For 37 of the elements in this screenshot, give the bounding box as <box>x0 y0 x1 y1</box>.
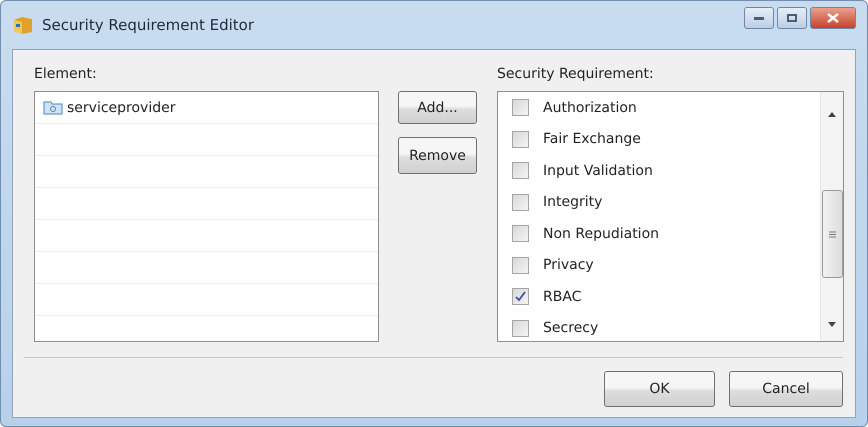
minimize-icon <box>754 16 764 20</box>
requirement-label: RBAC <box>543 288 582 305</box>
requirement-label: Integrity <box>543 194 602 210</box>
minimize-button[interactable] <box>744 7 774 29</box>
close-button[interactable] <box>810 7 856 29</box>
remove-button[interactable]: Remove <box>398 137 477 174</box>
element-item[interactable]: serviceprovider <box>35 92 378 124</box>
requirement-label: Fair Exchange <box>543 131 641 148</box>
security-requirement-label: Security Requirement: <box>497 66 655 84</box>
window-title: Security Requirement Editor <box>42 16 255 34</box>
maximize-button[interactable] <box>777 7 807 29</box>
maximize-icon <box>787 14 797 22</box>
scroll-down-icon[interactable] <box>828 322 836 327</box>
scroll-up-icon[interactable] <box>828 112 836 117</box>
requirement-label: Non Repudiation <box>543 226 660 242</box>
requirement-label: Privacy <box>543 257 594 274</box>
checkbox[interactable] <box>512 162 529 180</box>
add-button[interactable]: Add... <box>398 91 477 124</box>
folder-icon <box>43 100 63 115</box>
checkbox[interactable] <box>512 320 529 337</box>
scroll-thumb[interactable] <box>822 190 842 278</box>
requirement-label: Secrecy <box>543 320 598 336</box>
close-icon <box>827 13 839 23</box>
checkbox[interactable] <box>512 288 529 306</box>
element-label: Element: <box>34 66 98 84</box>
checkbox[interactable] <box>512 225 529 242</box>
scrollbar[interactable] <box>820 92 843 341</box>
ok-button[interactable]: OK <box>604 371 715 407</box>
grip-icon <box>828 230 836 238</box>
checkbox[interactable] <box>512 130 529 148</box>
requirement-label: Authorization <box>543 100 637 116</box>
cancel-button[interactable]: Cancel <box>729 371 843 407</box>
requirement-label: Input Validation <box>543 162 653 179</box>
checkbox[interactable] <box>512 99 529 116</box>
checkbox[interactable] <box>512 194 529 211</box>
app-icon <box>12 15 34 35</box>
checkbox[interactable] <box>512 256 529 274</box>
